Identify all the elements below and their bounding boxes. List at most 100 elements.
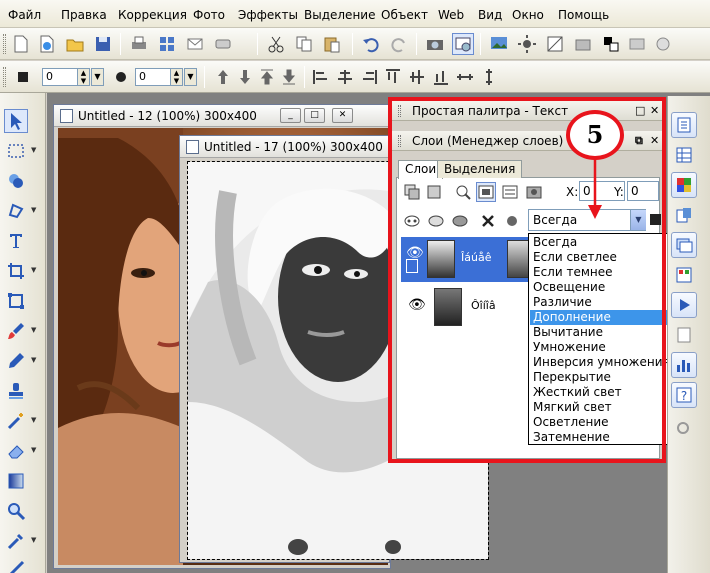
shape-tool-icon[interactable]	[4, 169, 28, 193]
chevron-down-icon[interactable]: ▼	[630, 210, 646, 230]
copy-icon[interactable]	[293, 33, 315, 55]
layers-dock-icon[interactable]	[671, 232, 697, 258]
swatches-icon[interactable]	[671, 262, 697, 288]
arrow-up-icon[interactable]	[212, 66, 234, 88]
brush-size-input[interactable]: 0	[42, 68, 78, 86]
menu-edit[interactable]: Правка	[61, 8, 107, 22]
tab-selections[interactable]: Выделения	[437, 160, 523, 178]
sun-icon[interactable]	[516, 33, 538, 55]
blend-option[interactable]: Различие	[530, 295, 671, 310]
cut-icon[interactable]	[265, 33, 287, 55]
layer-props-icon[interactable]	[500, 182, 520, 202]
blend-option[interactable]: Освещение	[530, 280, 671, 295]
save-icon[interactable]	[92, 33, 114, 55]
close-icon[interactable]: ✕	[332, 108, 353, 123]
histogram-icon[interactable]	[671, 352, 697, 378]
blend-option[interactable]: Жесткий свет	[530, 385, 671, 400]
line-tool-icon[interactable]	[4, 557, 28, 573]
distribute-h-icon[interactable]	[454, 66, 476, 88]
blend-option[interactable]: Умножение	[530, 340, 671, 355]
blend-option[interactable]: Вычитание	[530, 325, 671, 340]
search-icon[interactable]	[671, 416, 697, 442]
align-top-icon[interactable]	[382, 66, 404, 88]
color-icon[interactable]	[502, 211, 522, 231]
maximize-icon[interactable]: □	[304, 108, 325, 123]
paste-icon[interactable]	[321, 33, 343, 55]
play-icon[interactable]	[671, 292, 697, 318]
menu-selection[interactable]: Выделение	[304, 8, 375, 22]
minimize-icon[interactable]: _	[280, 108, 301, 123]
pencil-tool-icon[interactable]	[4, 349, 28, 373]
restore-icon[interactable]: □	[635, 104, 645, 117]
palette-icon[interactable]	[671, 172, 697, 198]
distribute-v-icon[interactable]	[478, 66, 500, 88]
stamp-tool-icon[interactable]	[4, 379, 28, 403]
new-web-icon[interactable]	[36, 33, 58, 55]
transform-tool-icon[interactable]	[4, 289, 28, 313]
eraser-tool-icon[interactable]	[4, 439, 28, 463]
menu-correction[interactable]: Коррекция	[118, 8, 187, 22]
menu-object[interactable]: Объект	[381, 8, 428, 22]
eye-icon[interactable]: 👁	[408, 297, 426, 313]
blend-option[interactable]: Осветление	[530, 415, 671, 430]
arrow-bottom-icon[interactable]	[278, 66, 300, 88]
menu-photo[interactable]: Фото	[193, 8, 225, 22]
brush-soft-spinner[interactable]: ▲ ▼	[170, 68, 183, 86]
new-file-icon[interactable]	[10, 33, 32, 55]
magic-wand-tool-icon[interactable]	[4, 409, 28, 433]
blend-option[interactable]: Мягкий свет	[530, 400, 671, 415]
menu-help[interactable]: Помощь	[558, 8, 609, 22]
print-icon[interactable]	[128, 33, 150, 55]
layer-photo-icon[interactable]	[524, 182, 544, 202]
menu-view[interactable]: Вид	[478, 8, 502, 22]
round-brush-icon[interactable]	[110, 66, 132, 88]
mask-icon[interactable]	[402, 211, 422, 231]
table-icon[interactable]	[671, 142, 697, 168]
image-icon[interactable]	[488, 33, 510, 55]
tool2-icon[interactable]	[626, 33, 648, 55]
undo-icon[interactable]	[360, 33, 382, 55]
close-icon[interactable]: ✕	[650, 104, 659, 117]
blend-option[interactable]: Дополнение	[530, 310, 671, 325]
tool3-icon[interactable]	[652, 33, 674, 55]
layer-row[interactable]: 👁 Ôîíîâ	[401, 285, 529, 330]
layer-row[interactable]: 👁 Îáúåê	[401, 237, 529, 282]
menu-window[interactable]: Окно	[512, 8, 544, 22]
blend-option[interactable]: Инверсия умножения	[530, 355, 671, 370]
marquee-tool-icon[interactable]	[4, 139, 28, 163]
email-icon[interactable]	[184, 33, 206, 55]
redo-icon[interactable]	[388, 33, 410, 55]
align-center-icon[interactable]	[334, 66, 356, 88]
restore-icon[interactable]: ⧉	[635, 134, 643, 148]
camera2-icon[interactable]	[572, 33, 594, 55]
brush-soft-dropdown[interactable]: ▼	[184, 68, 197, 86]
pages-icon[interactable]	[671, 112, 697, 138]
thumbnails-icon[interactable]	[156, 33, 178, 55]
help-icon[interactable]: ?	[671, 382, 697, 408]
blend-option[interactable]: Если темнее	[530, 265, 671, 280]
delete-icon[interactable]	[478, 211, 498, 231]
y-input[interactable]: 0	[627, 181, 659, 201]
align-middle-icon[interactable]	[406, 66, 428, 88]
mask-delete-icon[interactable]	[450, 211, 470, 231]
mask-edit-icon[interactable]	[426, 211, 446, 231]
scanner-icon[interactable]	[212, 33, 234, 55]
square-brush-icon[interactable]	[12, 66, 34, 88]
grid-icon[interactable]	[544, 33, 566, 55]
library-icon[interactable]	[671, 202, 697, 228]
brush-tool-icon[interactable]	[4, 319, 28, 343]
menu-file[interactable]: Файл	[8, 8, 41, 22]
layer-view-icon[interactable]	[476, 182, 496, 202]
text-tool-icon[interactable]	[4, 229, 28, 253]
brush-size-spinner[interactable]: ▲ ▼	[77, 68, 90, 86]
blend-option[interactable]: Если светлее	[530, 250, 671, 265]
zoom-tool-icon[interactable]	[4, 499, 28, 523]
blend-option[interactable]: Перекрытие	[530, 370, 671, 385]
menu-effects[interactable]: Эффекты	[238, 8, 298, 22]
blend-option[interactable]: Затемнение	[530, 430, 671, 445]
close-icon[interactable]: ✕	[650, 134, 659, 147]
document-window-front[interactable]: Untitled - 17 (100%) 300x400	[179, 135, 489, 563]
camera-icon[interactable]	[424, 33, 446, 55]
pointer-tool-icon[interactable]	[4, 109, 28, 133]
document-icon[interactable]	[671, 322, 697, 348]
